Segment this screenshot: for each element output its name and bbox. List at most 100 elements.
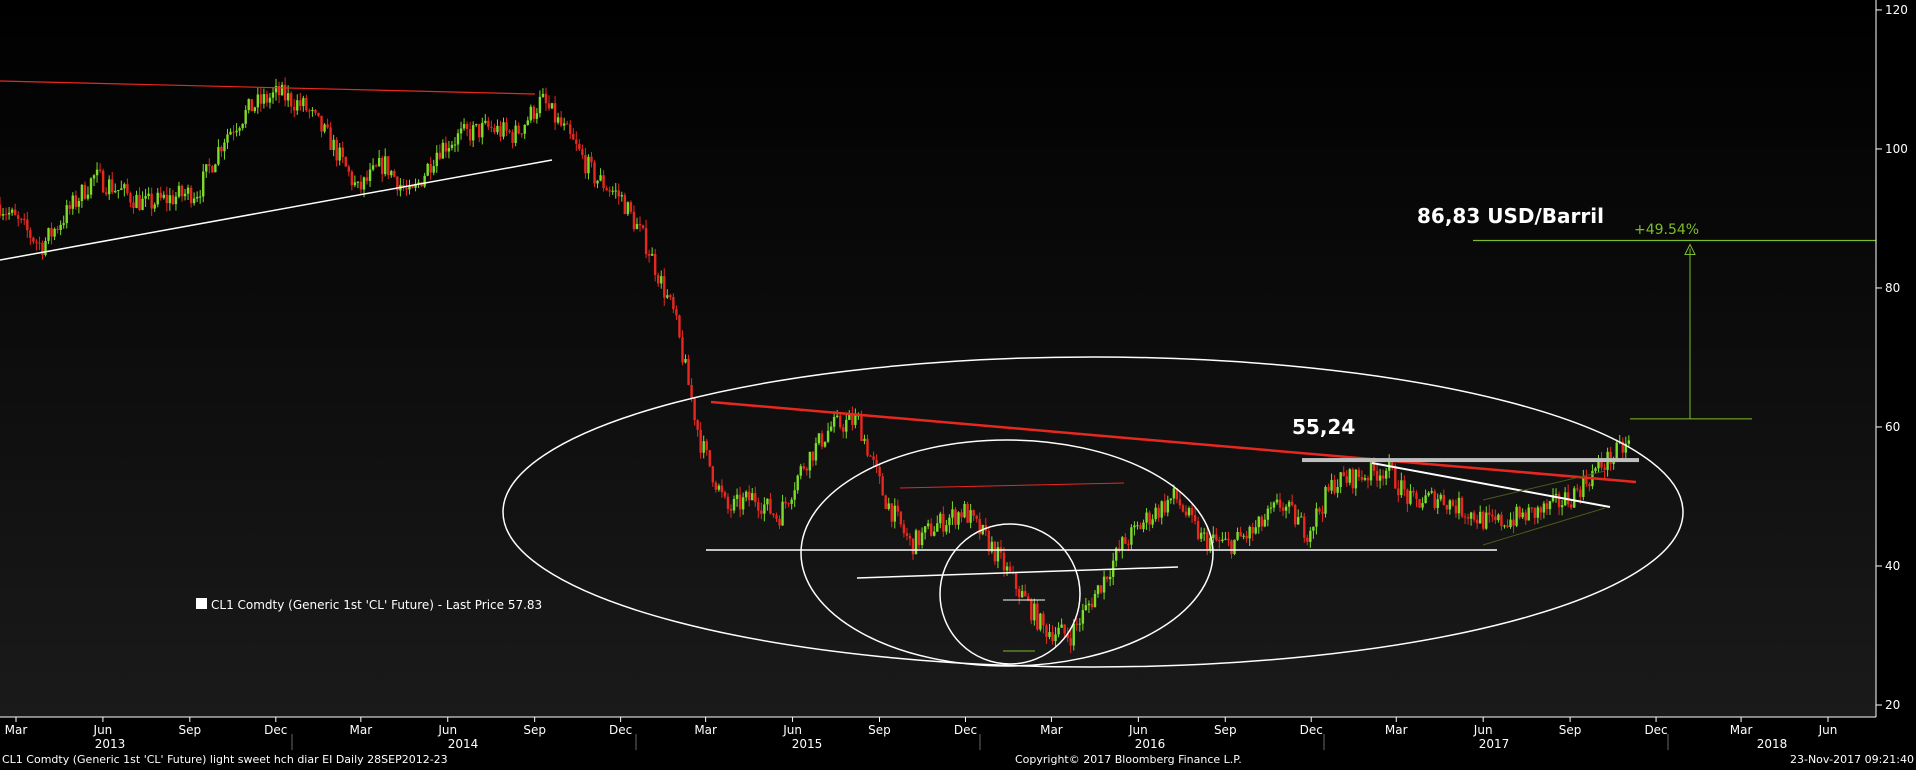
candle-body xyxy=(1378,475,1382,481)
candle-body xyxy=(114,190,117,193)
candle-body xyxy=(107,179,111,195)
candle-body xyxy=(942,513,945,532)
candle-body xyxy=(180,185,184,197)
candle-body xyxy=(1154,507,1157,520)
candle-body xyxy=(1548,501,1552,510)
candle-body xyxy=(1124,537,1127,544)
candle-body xyxy=(126,184,129,194)
candle-body xyxy=(1157,507,1160,518)
candle-body xyxy=(926,523,930,527)
candle-body xyxy=(1442,494,1446,505)
candle-body xyxy=(1242,535,1245,537)
x-tick-label: Sep xyxy=(1214,723,1237,737)
candle-body xyxy=(793,490,796,500)
candle-body xyxy=(168,195,172,204)
candle-body xyxy=(1530,507,1533,509)
candle-body xyxy=(347,166,351,172)
candle-body xyxy=(1017,588,1021,598)
candle-body xyxy=(920,532,924,546)
x-tick-label: Sep xyxy=(179,723,202,737)
candle-body xyxy=(44,240,47,255)
candle-body xyxy=(1002,552,1006,571)
candle-body xyxy=(314,109,317,113)
candle-body xyxy=(89,178,93,195)
candle-body xyxy=(1472,512,1476,520)
candle-body xyxy=(778,518,781,526)
candle-body xyxy=(547,103,551,109)
candle-body xyxy=(1212,534,1215,539)
candle-body xyxy=(1187,508,1191,516)
candle-body xyxy=(1014,572,1018,589)
candle-body xyxy=(1576,488,1579,490)
candle-body xyxy=(814,443,818,461)
candle-body xyxy=(387,156,390,176)
candle-body xyxy=(1333,479,1336,493)
candle-body xyxy=(1494,516,1497,521)
candle-body xyxy=(71,195,74,209)
x-year-label: 2014 xyxy=(448,737,479,750)
candle-body xyxy=(1454,505,1458,514)
candle-body xyxy=(1542,503,1546,513)
candle-body xyxy=(644,228,648,255)
candle-body xyxy=(332,139,335,150)
y-tick-label: 100 xyxy=(1885,142,1908,156)
candle-body xyxy=(1290,501,1294,506)
candle-body xyxy=(669,295,672,298)
candle-body xyxy=(32,237,35,242)
candle-body xyxy=(1075,623,1078,625)
candle-body xyxy=(465,124,469,129)
candle-body xyxy=(908,536,912,539)
candle-body xyxy=(760,510,763,514)
candle-body xyxy=(1403,480,1406,490)
candle-body xyxy=(1570,504,1573,508)
candle-body xyxy=(575,139,578,144)
candle-body xyxy=(283,84,287,101)
candle-body xyxy=(1300,516,1303,518)
y-tick-label: 80 xyxy=(1885,281,1900,295)
candle-body xyxy=(1136,525,1139,527)
candle-body xyxy=(541,93,545,97)
candle-body xyxy=(393,171,396,177)
legend-swatch xyxy=(196,598,207,609)
candle-body xyxy=(1236,532,1239,540)
candle-body xyxy=(723,492,727,497)
candle-body xyxy=(593,162,596,184)
candle-body xyxy=(951,509,954,518)
candle-body xyxy=(784,501,787,504)
candle-body xyxy=(35,241,38,243)
candle-body xyxy=(235,130,238,133)
candle-body xyxy=(1360,476,1364,480)
candle-body xyxy=(1321,511,1324,514)
candle-body xyxy=(26,219,29,231)
candle-body xyxy=(566,123,569,125)
price-chart-svg: 20406080100120 Mar Jun Sep Dec Mar Jun Sep Dec M… xyxy=(0,0,1908,751)
candle-body xyxy=(1439,494,1442,500)
candle-body xyxy=(905,533,909,537)
candle-body xyxy=(1557,494,1561,508)
x-tick-label: Mar xyxy=(1385,723,1408,737)
candle-body xyxy=(1336,486,1339,493)
candle-body xyxy=(602,175,605,189)
candle-body xyxy=(293,106,296,111)
candle-body xyxy=(635,224,639,230)
candle-body xyxy=(259,94,263,104)
candle-body xyxy=(305,98,308,111)
candle-body xyxy=(553,103,557,123)
candle-body xyxy=(186,187,190,194)
candle-body xyxy=(535,113,539,119)
candle-body xyxy=(475,124,478,126)
candle-body xyxy=(1594,468,1597,471)
candle-body xyxy=(1248,526,1251,539)
candle-body xyxy=(945,525,948,532)
candle-body xyxy=(1033,603,1036,621)
candle-body xyxy=(1418,498,1421,508)
candle-body xyxy=(763,504,766,514)
candle-body xyxy=(1263,519,1267,527)
candle-body xyxy=(684,358,687,363)
candle-body xyxy=(657,275,660,284)
candle-body xyxy=(617,190,620,197)
candle-body xyxy=(493,127,496,133)
candle-body xyxy=(299,100,302,107)
candle-body xyxy=(1351,469,1355,489)
candle-body xyxy=(144,196,147,199)
